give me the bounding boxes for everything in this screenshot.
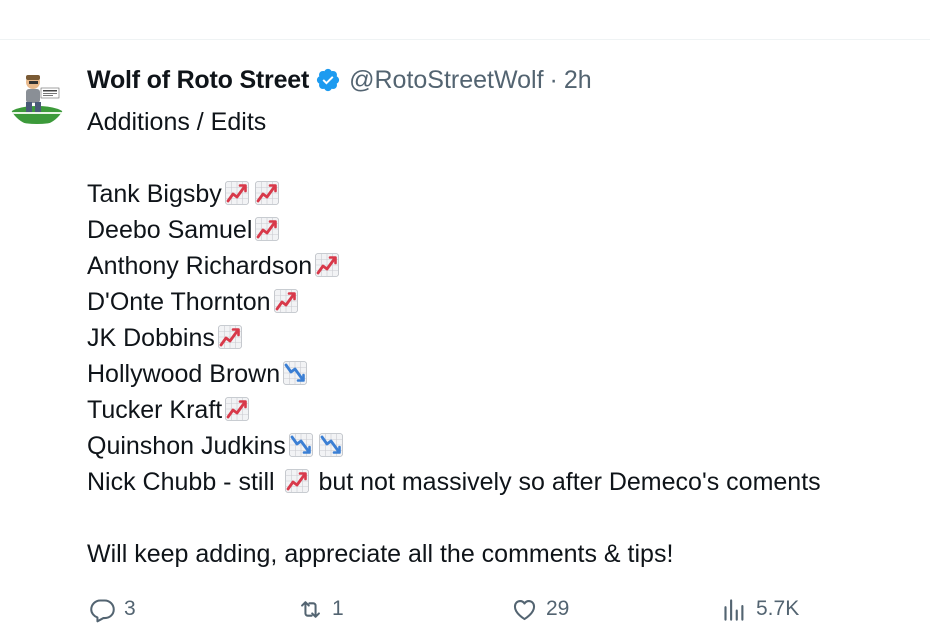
reply-count: 3	[124, 597, 136, 620]
views-button[interactable]: 5.7K	[721, 591, 799, 627]
line-text-end: but not massively so after Demeco's come…	[311, 468, 821, 496]
player-name: Hollywood Brown	[87, 360, 281, 388]
text-line-nick-chubb: Nick Chubb - still but not massively so …	[87, 464, 923, 500]
text-line-anthony-richardson: Anthony Richardson	[87, 248, 923, 284]
player-name: JK Dobbins	[87, 324, 215, 352]
player-name: Quinshon Judkins	[87, 432, 286, 460]
verified-badge-icon[interactable]	[315, 67, 341, 93]
text-line-deebo-samuel: Deebo Samuel	[87, 212, 923, 248]
reply-icon	[90, 598, 115, 622]
player-name: Tucker Kraft	[87, 396, 223, 424]
text-line-quinshon-judkins: Quinshon Judkins	[87, 428, 923, 464]
display-name[interactable]: Wolf of Roto Street	[87, 66, 309, 95]
retweet-button[interactable]: 1	[297, 591, 344, 627]
tweet-actions: 3 1 29 5.7K	[87, 591, 847, 627]
chart-decreasing-icon	[281, 359, 309, 387]
chart-increasing-icon	[216, 323, 244, 351]
chart-decreasing-icon	[287, 431, 315, 459]
chart-increasing-icon	[223, 395, 251, 423]
user-handle[interactable]: @RotoStreetWolf	[349, 66, 543, 95]
text-line-tank-bigsby: Tank Bigsby	[87, 176, 923, 212]
player-name: Anthony Richardson	[87, 252, 313, 280]
chart-decreasing-icon	[317, 431, 345, 459]
timestamp[interactable]: 2h	[564, 66, 592, 95]
chart-increasing-icon	[313, 251, 341, 279]
chart-increasing-icon	[283, 467, 311, 495]
retweet-icon	[301, 600, 320, 618]
text-line-outro: Will keep adding, appreciate all the com…	[87, 536, 923, 572]
text-line-intro: Additions / Edits	[87, 104, 923, 140]
player-name: Deebo Samuel	[87, 216, 253, 244]
views-chart-icon	[724, 598, 744, 621]
player-name: D'Onte Thornton	[87, 288, 271, 316]
heart-icon	[513, 599, 536, 620]
reply-button[interactable]: 3	[89, 591, 136, 627]
line-text-start: Nick Chubb - still	[87, 468, 282, 496]
text-line-donte-thornton: D'Onte Thornton	[87, 284, 923, 320]
avatar[interactable]	[8, 68, 66, 126]
chart-increasing-icon	[253, 179, 281, 207]
chart-increasing-icon	[223, 179, 251, 207]
views-count: 5.7K	[756, 597, 800, 620]
separator-dot: ·	[549, 65, 558, 94]
tweet-header: Wolf of Roto Street @RotoStreetWolf · 2h	[87, 64, 592, 96]
avatar-image	[8, 68, 66, 126]
text-line-tucker-kraft: Tucker Kraft	[87, 392, 923, 428]
like-count: 29	[546, 597, 570, 620]
text-line-jk-dobbins: JK Dobbins	[87, 320, 923, 356]
text-line-hollywood-brown: Hollywood Brown	[87, 356, 923, 392]
player-name: Tank Bigsby	[87, 180, 222, 208]
like-button[interactable]: 29	[511, 591, 569, 627]
chart-increasing-icon	[253, 215, 281, 243]
top-divider	[0, 39, 930, 40]
chart-increasing-icon	[272, 287, 300, 315]
retweet-count: 1	[332, 597, 344, 620]
line-text: Additions / Edits	[87, 108, 267, 136]
line-text: Will keep adding, appreciate all the com…	[87, 540, 674, 568]
tweet-text: Additions / Edits Tank Bigsby Deebo Samu…	[87, 104, 923, 572]
